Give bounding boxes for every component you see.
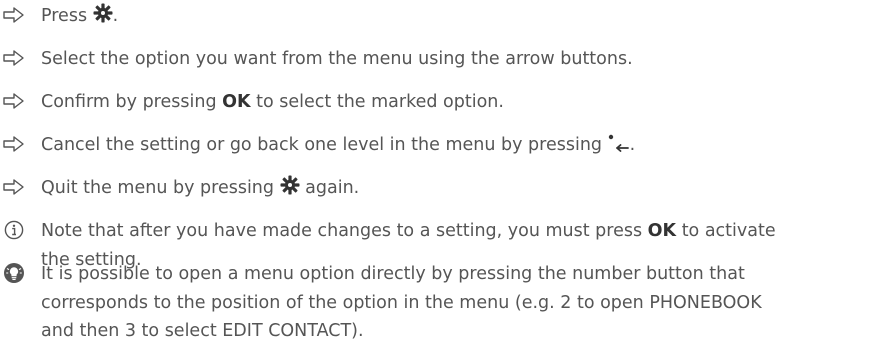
info-icon xyxy=(0,217,28,243)
arrow-right-icon xyxy=(0,45,28,71)
instruction-list: Press . Select the option you want from … xyxy=(0,0,884,349)
tip-icon xyxy=(0,260,28,286)
step-5-text: Quit the menu by pressing xyxy=(41,178,275,198)
step-1-end: . xyxy=(112,6,119,26)
step-2-text: Select the option you want from the menu… xyxy=(41,49,633,69)
step-3-text: Confirm by pressing xyxy=(41,92,217,112)
step-5-end: again. xyxy=(305,178,360,198)
settings-gear-icon xyxy=(280,175,300,205)
ok-key-label: OK xyxy=(647,221,677,241)
ok-key-label: OK xyxy=(222,92,251,112)
tip-text-line3: and then 3 to select EDIT CONTACT). xyxy=(41,321,364,341)
arrow-right-icon xyxy=(0,2,28,28)
tip-text-line2: corresponds to the position of the optio… xyxy=(41,292,762,313)
arrow-right-icon xyxy=(0,88,28,114)
step-1-text: Press xyxy=(41,6,88,26)
note-text: Note that after you have made changes to… xyxy=(41,221,643,241)
note-text-end: to activate xyxy=(681,221,776,241)
settings-gear-icon xyxy=(93,3,113,33)
tip-text-line1: It is possible to open a menu option dir… xyxy=(41,264,745,284)
step-4-end: . xyxy=(629,135,636,155)
arrow-right-icon xyxy=(0,174,28,200)
back-button-icon xyxy=(608,133,630,162)
arrow-right-icon xyxy=(0,131,28,157)
step-4-text: Cancel the setting or go back one level … xyxy=(41,135,603,155)
step-3-end: to select the marked option. xyxy=(256,92,504,112)
